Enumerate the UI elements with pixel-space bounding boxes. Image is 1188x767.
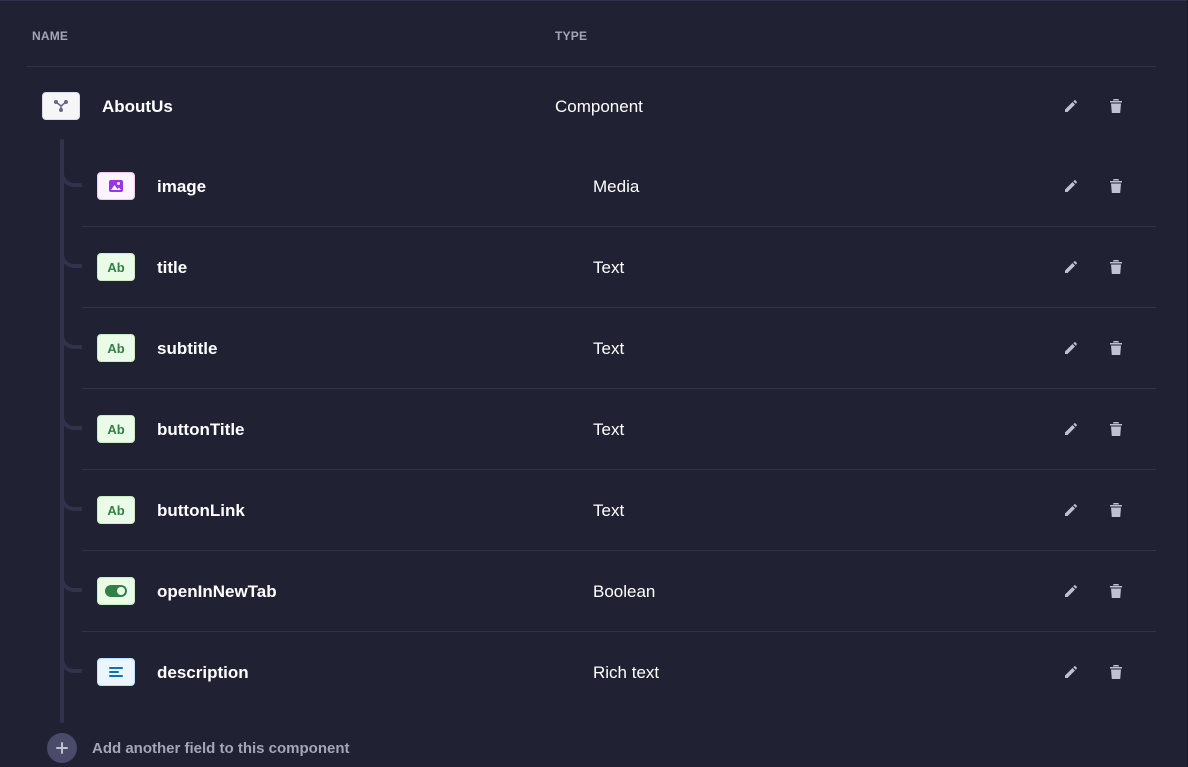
pencil-icon xyxy=(1065,261,1077,273)
pencil-icon xyxy=(1065,504,1077,516)
text-icon: Ab xyxy=(97,334,135,362)
field-name: buttonLink xyxy=(157,501,245,520)
edit-field-button[interactable] xyxy=(1060,256,1082,278)
trash-icon xyxy=(1110,665,1122,679)
field-name: subtitle xyxy=(157,339,218,358)
field-row-subtitle: Ab subtitle Text xyxy=(82,309,1156,389)
field-type: Text xyxy=(593,501,625,520)
edit-field-button[interactable] xyxy=(1060,337,1082,359)
component-name: AboutUs xyxy=(102,97,173,116)
delete-field-button[interactable] xyxy=(1105,499,1127,521)
edit-field-button[interactable] xyxy=(1060,175,1082,197)
pencil-icon xyxy=(1065,180,1077,192)
text-icon: Ab xyxy=(97,496,135,524)
delete-field-button[interactable] xyxy=(1105,337,1127,359)
add-field-button[interactable]: Add another field to this component xyxy=(47,733,350,763)
table-header: NAME TYPE xyxy=(27,1,1156,67)
field-row-title: Ab title Text xyxy=(82,228,1156,308)
add-field-label: Add another field to this component xyxy=(92,739,350,757)
field-name: title xyxy=(157,258,188,277)
trash-icon xyxy=(1110,584,1122,598)
field-name: buttonTitle xyxy=(157,420,245,439)
trash-icon xyxy=(1110,99,1122,113)
delete-field-button[interactable] xyxy=(1105,175,1127,197)
edit-field-button[interactable] xyxy=(1060,661,1082,683)
field-row-openinnewtab: openInNewTab Boolean xyxy=(82,552,1156,632)
delete-field-button[interactable] xyxy=(1105,661,1127,683)
field-type: Media xyxy=(593,177,640,196)
field-name: image xyxy=(157,177,207,196)
field-type: Boolean xyxy=(593,582,656,601)
delete-field-button[interactable] xyxy=(1105,580,1127,602)
trash-icon xyxy=(1110,260,1122,274)
field-type: Text xyxy=(593,339,625,358)
pencil-icon xyxy=(1065,100,1077,112)
field-name: openInNewTab xyxy=(157,582,277,601)
component-icon xyxy=(42,92,80,120)
field-type: Rich text xyxy=(593,663,660,682)
text-icon: Ab xyxy=(97,415,135,443)
trash-icon xyxy=(1110,179,1122,193)
field-row-buttontitle: Ab buttonTitle Text xyxy=(82,390,1156,470)
component-fields-panel: NAME TYPE AboutUs Component image Media … xyxy=(0,0,1187,767)
column-header-type: TYPE xyxy=(555,29,588,43)
field-name: description xyxy=(157,663,249,682)
media-icon xyxy=(97,172,135,200)
edit-component-button[interactable] xyxy=(1060,95,1082,117)
field-row-description: description Rich text xyxy=(82,633,1156,713)
trash-icon xyxy=(1110,422,1122,436)
field-row-image: image Media xyxy=(82,147,1156,227)
column-header-name: NAME xyxy=(32,29,69,43)
plus-icon xyxy=(47,733,77,763)
delete-component-button[interactable] xyxy=(1105,95,1127,117)
component-type: Component xyxy=(555,97,643,116)
trash-icon xyxy=(1110,503,1122,517)
field-type: Text xyxy=(593,420,625,439)
rich-text-icon xyxy=(97,658,135,686)
edit-field-button[interactable] xyxy=(1060,499,1082,521)
pencil-icon xyxy=(1065,423,1077,435)
tree-line xyxy=(60,139,64,723)
delete-field-button[interactable] xyxy=(1105,418,1127,440)
delete-field-button[interactable] xyxy=(1105,256,1127,278)
field-type: Text xyxy=(593,258,625,277)
field-row-buttonlink: Ab buttonLink Text xyxy=(82,471,1156,551)
boolean-icon xyxy=(97,577,135,605)
edit-field-button[interactable] xyxy=(1060,418,1082,440)
pencil-icon xyxy=(1065,585,1077,597)
pencil-icon xyxy=(1065,666,1077,678)
component-row-aboutus: AboutUs Component xyxy=(27,67,1156,147)
pencil-icon xyxy=(1065,342,1077,354)
edit-field-button[interactable] xyxy=(1060,580,1082,602)
trash-icon xyxy=(1110,341,1122,355)
text-icon: Ab xyxy=(97,253,135,281)
